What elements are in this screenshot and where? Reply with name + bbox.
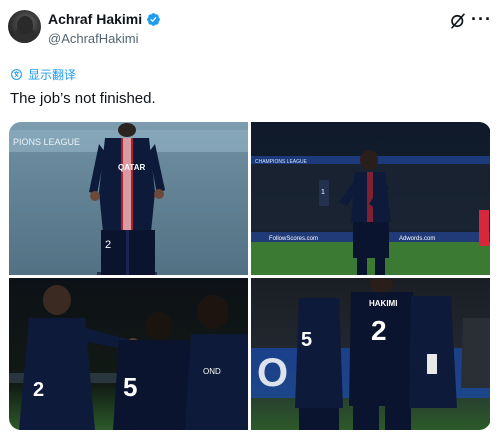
photo-1-shirt-text: QATAR [118,163,145,172]
photo-3-number-back: 5 [123,372,137,402]
photo-team-huddle[interactable]: O 5 HAKIMI 2 [251,278,490,430]
photo-3-image: 2 5 OND [9,278,248,430]
avatar[interactable] [8,10,41,43]
translate-link[interactable]: 显示翻译 [10,66,76,83]
photo-2-image: CHAMPIONS LEAGUE FollowScores.com Adword… [251,122,490,275]
grok-icon[interactable] [449,12,467,30]
tweet-card: Achraf Hakimi @AchrafHakimi ··· 显示翻译 The… [0,0,500,440]
verified-badge-icon [147,12,161,26]
photo-4-board: O [257,351,288,395]
photo-4-shirt-name: HAKIMI [369,299,397,308]
photo-1-image: PIONS LEAGUE QATAR 2 [9,122,248,275]
photo-2-board-2: Adwords.com [399,236,435,242]
photo-1-banner: PIONS LEAGUE [13,137,80,147]
media-grid: PIONS LEAGUE QATAR 2 CHAMPIONS LEAGUE Fo… [9,122,491,430]
translate-label[interactable]: 显示翻译 [28,66,76,83]
photo-player-celebrating[interactable]: CHAMPIONS LEAGUE FollowScores.com Adword… [251,122,490,275]
photo-1-shirt-number: 2 [105,239,111,251]
photo-4-shirt-number: 2 [371,315,387,346]
photo-4-image: O 5 HAKIMI 2 [251,278,490,430]
tweet-text: The job’s not finished. [10,90,156,107]
photo-3-number-front: 2 [33,379,44,401]
photo-team-celebrating[interactable]: 2 5 OND [9,278,248,430]
author-display-name[interactable]: Achraf Hakimi [48,11,142,27]
photo-2-shirt-number: 1 [321,189,325,196]
translate-icon [11,69,22,80]
author-name-row: Achraf Hakimi [48,11,161,27]
photo-3-sleeve-text: OND [203,367,221,376]
photo-4-number-side: 5 [301,329,312,351]
more-options-icon[interactable]: ··· [471,10,492,28]
author-handle[interactable]: @AchrafHakimi [48,31,139,46]
photo-2-board-1: FollowScores.com [269,236,318,242]
photo-player-standing[interactable]: PIONS LEAGUE QATAR 2 [9,122,248,275]
